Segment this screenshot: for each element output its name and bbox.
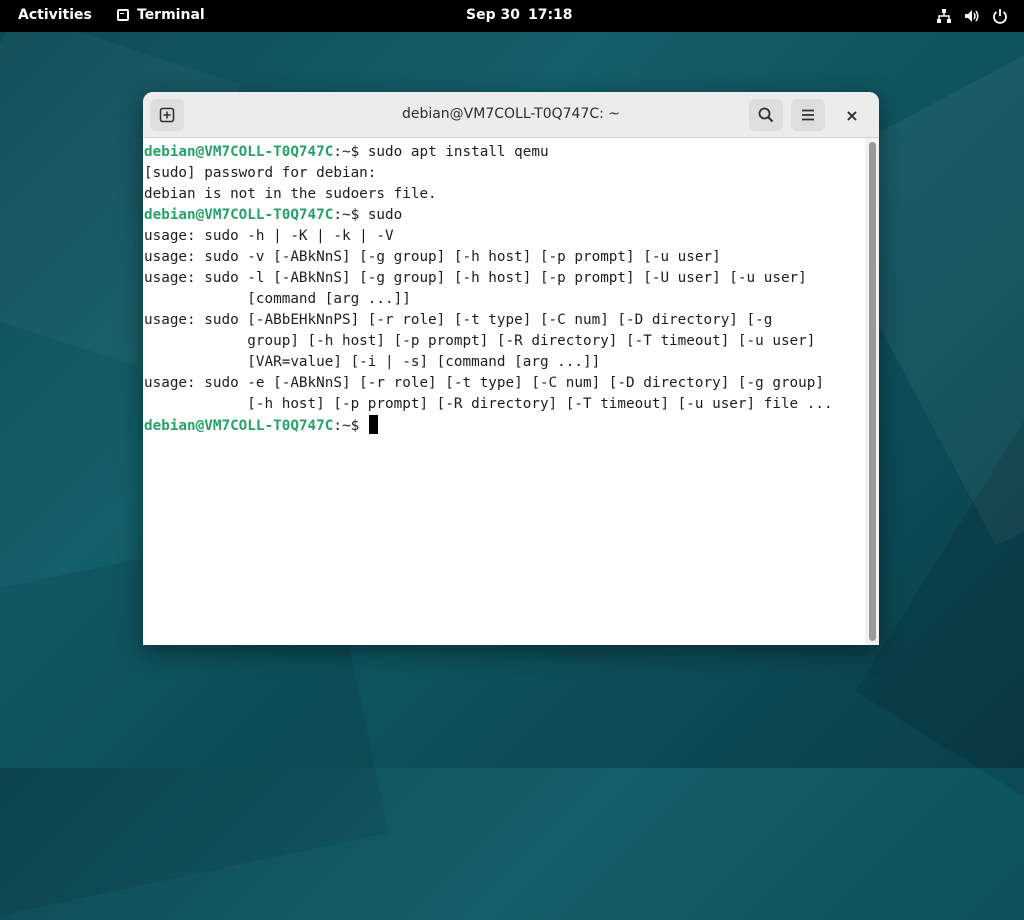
menu-icon <box>802 109 814 121</box>
clock-date: Sep 30 <box>466 7 520 23</box>
volume-icon[interactable] <box>964 8 980 24</box>
power-icon[interactable] <box>992 8 1008 24</box>
search-button[interactable] <box>749 99 783 131</box>
close-icon: × <box>845 105 859 125</box>
menu-button[interactable] <box>791 99 825 131</box>
output-line: usage: sudo -v [-ABkNnS] [-g group] [-h … <box>144 249 721 265</box>
command-text: sudo apt install qemu <box>367 144 549 160</box>
prompt-path: :~$ <box>333 144 368 160</box>
output-line: usage: sudo -l [-ABkNnS] [-g group] [-h … <box>144 270 807 286</box>
terminal-output[interactable]: debian@VM7COLL-T0Q747C:~$ sudo apt insta… <box>143 138 865 645</box>
scrollbar-thumb[interactable] <box>869 142 876 641</box>
prompt-user: debian@VM7COLL-T0Q747C <box>144 144 334 160</box>
output-line: group] [-h host] [-p prompt] [-R directo… <box>144 333 816 349</box>
terminal-window: debian@VM7COLL-T0Q747C: ~ × debian@VM7CO… <box>143 92 879 645</box>
prompt-user: debian@VM7COLL-T0Q747C <box>144 418 334 434</box>
top-bar: Activities Terminal Sep 30 17:18 <box>0 0 1024 32</box>
close-button[interactable]: × <box>841 104 863 126</box>
search-icon <box>758 107 774 123</box>
output-line: usage: sudo -e [-ABkNnS] [-r role] [-t t… <box>144 375 824 391</box>
header-bar[interactable]: debian@VM7COLL-T0Q747C: ~ × <box>143 92 879 138</box>
system-tray[interactable] <box>936 8 1008 24</box>
prompt-path: :~$ <box>333 418 368 434</box>
output-line: [VAR=value] [-i | -s] [command [arg ...]… <box>144 354 601 370</box>
clock[interactable]: Sep 30 17:18 <box>466 7 581 23</box>
output-line: usage: sudo [-ABbEHkNnPS] [-r role] [-t … <box>144 312 773 328</box>
clock-time: 17:18 <box>527 7 573 23</box>
terminal-icon <box>117 9 129 21</box>
output-line: [command [arg ...]] <box>144 291 411 307</box>
command-text: sudo <box>367 207 403 223</box>
prompt-path: :~$ <box>333 207 368 223</box>
output-line: usage: sudo -h | -K | -k | -V <box>144 228 394 244</box>
activities-button[interactable]: Activities <box>18 7 92 23</box>
output-line: [sudo] password for debian: <box>144 165 377 181</box>
output-line: [-h host] [-p prompt] [-R directory] [-T… <box>144 396 833 412</box>
text-cursor <box>368 415 378 434</box>
network-icon[interactable] <box>936 8 952 24</box>
wallpaper-shape <box>855 402 1024 798</box>
app-name-label: Terminal <box>137 7 205 23</box>
output-line: debian is not in the sudoers file. <box>144 186 437 202</box>
prompt-user: debian@VM7COLL-T0Q747C <box>144 207 334 223</box>
scrollbar[interactable] <box>865 138 879 645</box>
app-menu-terminal[interactable]: Terminal <box>117 7 205 23</box>
